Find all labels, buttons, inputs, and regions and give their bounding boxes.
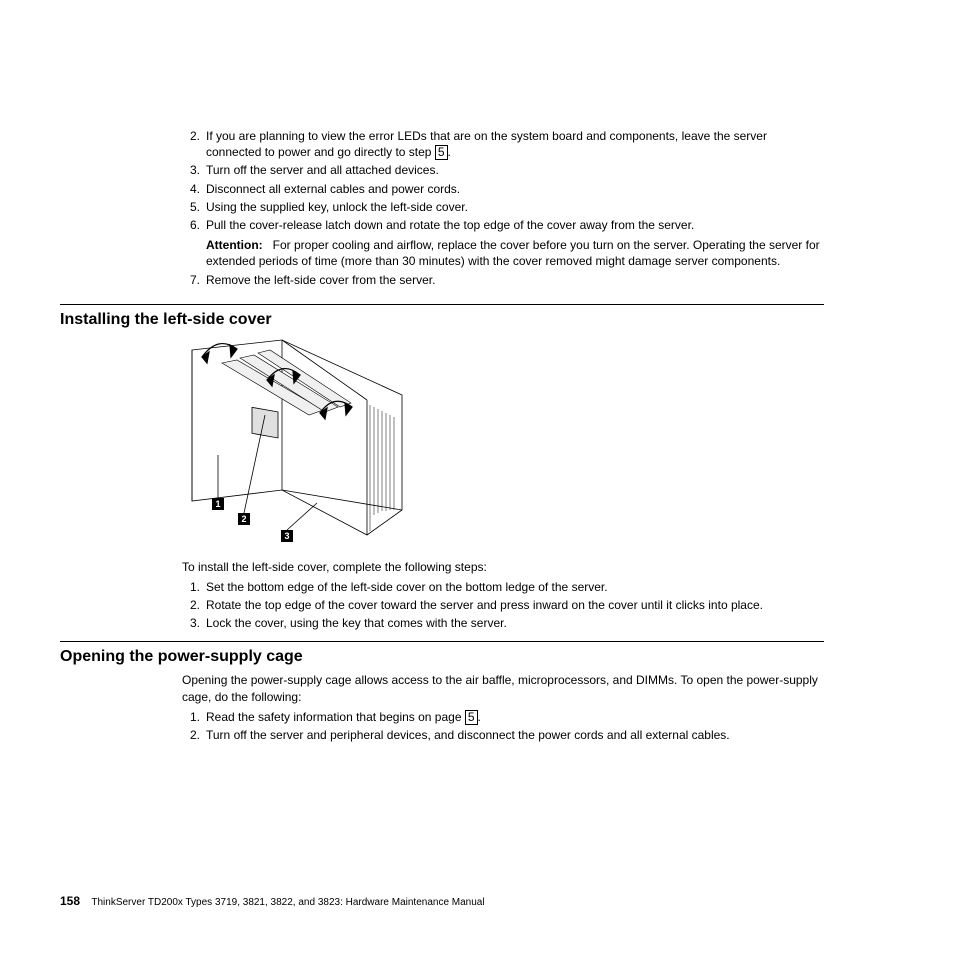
install-steps-list: 1. Set the bottom edge of the left-side … (182, 579, 824, 632)
server-diagram-svg (182, 335, 422, 551)
step-number: 7. (182, 272, 206, 288)
callout-3: 3 (281, 530, 293, 542)
step-prefix: If you are planning to view the error LE… (206, 129, 767, 159)
list-item: 1. Read the safety information that begi… (182, 709, 824, 725)
list-item: 4. Disconnect all external cables and po… (182, 181, 824, 197)
step-text: Pull the cover-release latch down and ro… (206, 218, 694, 232)
step-number: 6. (182, 217, 206, 270)
step-number: 3. (182, 162, 206, 178)
step-suffix: . (448, 145, 451, 159)
step-text: Remove the left-side cover from the serv… (206, 272, 824, 288)
continued-steps-list: 2. If you are planning to view the error… (182, 128, 824, 288)
page-ref-link[interactable]: 5 (435, 145, 448, 160)
step-number: 2. (182, 128, 206, 160)
list-item: 6. Pull the cover-release latch down and… (182, 217, 824, 270)
diagram-left-side-cover: 1 2 3 (182, 335, 422, 551)
attention-note: Attention: For proper cooling and airflo… (206, 237, 824, 269)
page-container: 2. If you are planning to view the error… (0, 0, 954, 954)
list-item: 1. Set the bottom edge of the left-side … (182, 579, 824, 595)
step-number: 4. (182, 181, 206, 197)
callout-1: 1 (212, 498, 224, 510)
section-intro: To install the left-side cover, complete… (182, 559, 824, 575)
step-number: 2. (182, 727, 206, 743)
list-item: 7. Remove the left-side cover from the s… (182, 272, 824, 288)
list-item: 2. If you are planning to view the error… (182, 128, 824, 160)
step-number: 2. (182, 597, 206, 613)
attention-label: Attention: (206, 238, 263, 252)
attention-text: For proper cooling and airflow, replace … (206, 238, 820, 268)
step-text: Set the bottom edge of the left-side cov… (206, 579, 824, 595)
list-item: 5. Using the supplied key, unlock the le… (182, 199, 824, 215)
list-item: 3. Lock the cover, using the key that co… (182, 615, 824, 631)
step-number: 1. (182, 709, 206, 725)
step-number: 5. (182, 199, 206, 215)
page-footer: 158 ThinkServer TD200x Types 3719, 3821,… (60, 894, 485, 908)
step-prefix: Read the safety information that begins … (206, 710, 465, 724)
content-area: 2. If you are planning to view the error… (0, 0, 954, 743)
callout-2: 2 (238, 513, 250, 525)
page-number: 158 (60, 894, 80, 908)
step-text: Using the supplied key, unlock the left-… (206, 199, 824, 215)
step-text: If you are planning to view the error LE… (206, 128, 824, 160)
step-number: 1. (182, 579, 206, 595)
page-ref-link[interactable]: 5 (465, 710, 478, 725)
footer-text: ThinkServer TD200x Types 3719, 3821, 382… (91, 897, 484, 908)
step-body: Pull the cover-release latch down and ro… (206, 217, 824, 270)
step-suffix: . (478, 710, 481, 724)
step-text: Turn off the server and all attached dev… (206, 162, 824, 178)
step-text: Disconnect all external cables and power… (206, 181, 824, 197)
section-heading: Opening the power-supply cage (60, 648, 824, 666)
open-psu-steps-list: 1. Read the safety information that begi… (182, 709, 824, 743)
step-number: 3. (182, 615, 206, 631)
step-text: Read the safety information that begins … (206, 709, 824, 725)
list-item: 3. Turn off the server and all attached … (182, 162, 824, 178)
list-item: 2. Rotate the top edge of the cover towa… (182, 597, 824, 613)
section-heading: Installing the left-side cover (60, 311, 824, 329)
step-text: Turn off the server and peripheral devic… (206, 727, 824, 743)
list-item: 2. Turn off the server and peripheral de… (182, 727, 824, 743)
section-rule (60, 304, 824, 305)
step-text: Lock the cover, using the key that comes… (206, 615, 824, 631)
step-text: Rotate the top edge of the cover toward … (206, 597, 824, 613)
section-intro: Opening the power-supply cage allows acc… (182, 672, 824, 704)
section-rule (60, 641, 824, 642)
